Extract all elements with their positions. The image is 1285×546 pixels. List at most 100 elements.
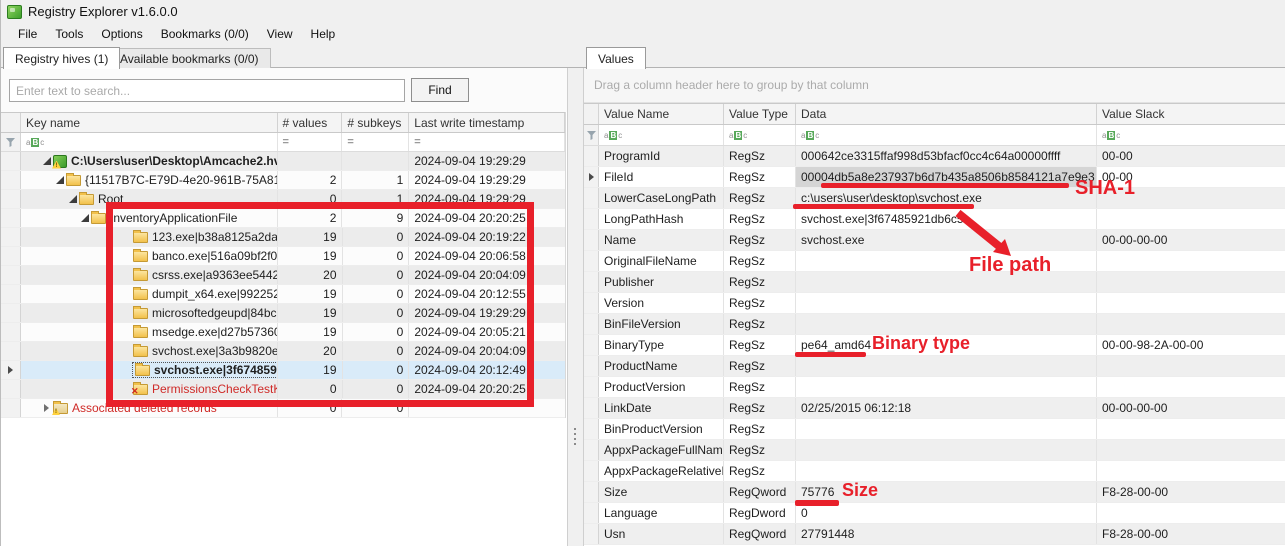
values-filter-cell[interactable]: aBc (796, 125, 1097, 145)
values-row[interactable]: OriginalFileNameRegSz (584, 251, 1285, 272)
tab-available-bookmarks[interactable]: Available bookmarks (0/0) (108, 48, 271, 69)
tree-key-name-cell[interactable]: Root (21, 190, 278, 208)
tree-filter-cell[interactable]: aBc (21, 133, 278, 151)
value-data-cell[interactable]: svchost.exe (796, 230, 1097, 250)
tab-registry-hives[interactable]: Registry hives (1) (3, 47, 120, 69)
tree-key-name-cell[interactable]: msedge.exe|d27b57360cd4a4cf (21, 323, 278, 341)
tree-row[interactable]: InventoryApplicationFile292024-09-04 20:… (1, 209, 565, 228)
value-data-cell[interactable]: 000642ce3315ffaf998d53bfacf0cc4c64a00000… (796, 146, 1097, 166)
tree-filter-cell[interactable]: = (278, 133, 343, 151)
value-data-cell[interactable]: pe64_amd64 (796, 335, 1097, 355)
values-column-header[interactable]: Value Name (599, 104, 724, 124)
value-data-cell[interactable]: 75776 (796, 482, 1097, 502)
value-data-cell[interactable] (796, 377, 1097, 397)
value-data-cell-selected[interactable]: 00004db5a8e237937b6d7b435a8506b8584121a7… (796, 167, 1097, 187)
values-filter-cell[interactable]: aBc (724, 125, 796, 145)
tree-key-name-cell[interactable]: csrss.exe|a9363ee544229f11 (21, 266, 278, 284)
value-data-cell[interactable] (796, 314, 1097, 334)
values-row[interactable]: AppxPackageFullNameRegSz (584, 440, 1285, 461)
values-row[interactable]: LinkDateRegSz02/25/2015 06:12:1800-00-00… (584, 398, 1285, 419)
values-row[interactable]: NameRegSzsvchost.exe00-00-00-00 (584, 230, 1285, 251)
tree-key-name-cell[interactable]: 123.exe|b38a8125a2dad978 (21, 228, 278, 246)
value-data-cell[interactable] (796, 419, 1097, 439)
values-column-header[interactable]: Value Type (724, 104, 796, 124)
tree-key-name-cell[interactable]: microsoftedgeupd|84bcd64699b1... (21, 304, 278, 322)
expander-open-icon[interactable] (67, 193, 79, 205)
tree-row[interactable]: PermissionsCheckTestKey002024-09-04 20:2… (1, 380, 565, 399)
values-row[interactable]: BinProductVersionRegSz (584, 419, 1285, 440)
value-data-cell[interactable] (796, 440, 1097, 460)
tab-values[interactable]: Values (586, 47, 646, 69)
tree-key-name-cell[interactable]: banco.exe|516a09bf2f0b23a2 (21, 247, 278, 265)
tree-key-name-cell[interactable]: Associated deleted records (21, 399, 278, 417)
values-row[interactable]: ProductVersionRegSz (584, 377, 1285, 398)
menu-options[interactable]: Options (92, 24, 151, 44)
menu-file[interactable]: File (9, 24, 46, 44)
tree-filter-cell[interactable]: = (342, 133, 409, 151)
value-data-cell[interactable] (796, 356, 1097, 376)
tree-key-name-cell[interactable]: InventoryApplicationFile (21, 209, 278, 227)
tree-column-header[interactable]: # subkeys (342, 113, 409, 132)
tree-row[interactable]: svchost.exe|3a3b9820ea882eb42002024-09-0… (1, 342, 565, 361)
value-data-cell[interactable] (796, 293, 1097, 313)
tree-row[interactable]: csrss.exe|a9363ee544229f112002024-09-04 … (1, 266, 565, 285)
folder-icon (79, 194, 94, 205)
values-row[interactable]: SizeRegQword75776F8-28-00-00 (584, 482, 1285, 503)
tree-row[interactable]: dumpit_x64.exe|992252fdb3743...1902024-0… (1, 285, 565, 304)
expander-open-icon[interactable] (79, 212, 91, 224)
value-data-cell[interactable] (796, 461, 1097, 481)
value-data-cell[interactable]: svchost.exe|3f67485921db6c5b (796, 209, 1097, 229)
menu-tools[interactable]: Tools (46, 24, 92, 44)
panel-splitter[interactable] (567, 68, 584, 546)
values-row[interactable]: BinaryTypeRegSzpe64_amd6400-00-98-2A-00-… (584, 335, 1285, 356)
value-data-cell[interactable] (796, 251, 1097, 271)
menu-bookmarks[interactable]: Bookmarks (0/0) (152, 24, 258, 44)
tree-column-header[interactable]: Last write timestamp (409, 113, 565, 132)
values-row[interactable]: LongPathHashRegSzsvchost.exe|3f67485921d… (584, 209, 1285, 230)
values-row[interactable]: LowerCaseLongPathRegSzc:\users\user\desk… (584, 188, 1285, 209)
tree-row[interactable]: banco.exe|516a09bf2f0b23a21902024-09-04 … (1, 247, 565, 266)
values-row[interactable]: ProductNameRegSz (584, 356, 1285, 377)
values-column-header[interactable]: Value Slack (1097, 104, 1285, 124)
values-column-header[interactable]: Data (796, 104, 1097, 124)
menu-view[interactable]: View (258, 24, 302, 44)
values-filter-cell[interactable]: aBc (1097, 125, 1285, 145)
search-input[interactable] (9, 79, 405, 102)
tree-row[interactable]: Associated deleted records00 (1, 399, 565, 418)
tree-row[interactable]: {11517B7C-E79D-4e20-961B-75A811715...212… (1, 171, 565, 190)
value-data-cell[interactable]: 02/25/2015 06:12:18 (796, 398, 1097, 418)
value-data-cell[interactable]: 27791448 (796, 524, 1097, 544)
tree-column-header[interactable]: # values (278, 113, 343, 132)
value-data-cell[interactable]: c:\users\user\desktop\svchost.exe (796, 188, 1097, 208)
tree-row[interactable]: C:\Users\user\Desktop\Amcache2.hve2024-0… (1, 152, 565, 171)
values-row[interactable]: PublisherRegSz (584, 272, 1285, 293)
tree-key-name-cell[interactable]: {11517B7C-E79D-4e20-961B-75A811715... (21, 171, 278, 189)
tree-key-name-cell[interactable]: C:\Users\user\Desktop\Amcache2.hve (21, 152, 278, 170)
expander-closed-icon[interactable] (41, 402, 53, 414)
tree-row[interactable]: svchost.exe|3f67485921db...1902024-09-04… (1, 361, 565, 380)
value-data-cell[interactable] (796, 272, 1097, 292)
values-row[interactable]: VersionRegSz (584, 293, 1285, 314)
values-row[interactable]: BinFileVersionRegSz (584, 314, 1285, 335)
values-row[interactable]: AppxPackageRelativeIdRegSz (584, 461, 1285, 482)
expander-open-icon[interactable] (54, 174, 66, 186)
menu-help[interactable]: Help (302, 24, 345, 44)
tree-row[interactable]: microsoftedgeupd|84bcd64699b1...1902024-… (1, 304, 565, 323)
tree-row[interactable]: Root012024-09-04 19:29:29 (1, 190, 565, 209)
tree-row[interactable]: msedge.exe|d27b57360cd4a4cf1902024-09-04… (1, 323, 565, 342)
values-filter-cell[interactable]: aBc (599, 125, 724, 145)
tree-key-name-cell[interactable]: PermissionsCheckTestKey (21, 380, 278, 398)
tree-row[interactable]: 123.exe|b38a8125a2dad9781902024-09-04 20… (1, 228, 565, 247)
values-row[interactable]: LanguageRegDword0 (584, 503, 1285, 524)
tree-key-name-cell[interactable]: dumpit_x64.exe|992252fdb3743... (21, 285, 278, 303)
values-row[interactable]: ProgramIdRegSz000642ce3315ffaf998d53bfac… (584, 146, 1285, 167)
values-row[interactable]: UsnRegQword27791448F8-28-00-00 (584, 524, 1285, 545)
tree-column-header[interactable]: Key name (21, 113, 278, 132)
values-row[interactable]: FileIdRegSz00004db5a8e237937b6d7b435a850… (584, 167, 1285, 188)
tree-key-name-cell[interactable]: svchost.exe|3f67485921db... (21, 361, 278, 379)
tree-key-name-cell[interactable]: svchost.exe|3a3b9820ea882eb4 (21, 342, 278, 360)
find-button[interactable]: Find (411, 78, 469, 102)
value-data-cell[interactable]: 0 (796, 503, 1097, 523)
tree-filter-cell[interactable]: = (409, 133, 565, 151)
expander-open-icon[interactable] (41, 155, 53, 167)
